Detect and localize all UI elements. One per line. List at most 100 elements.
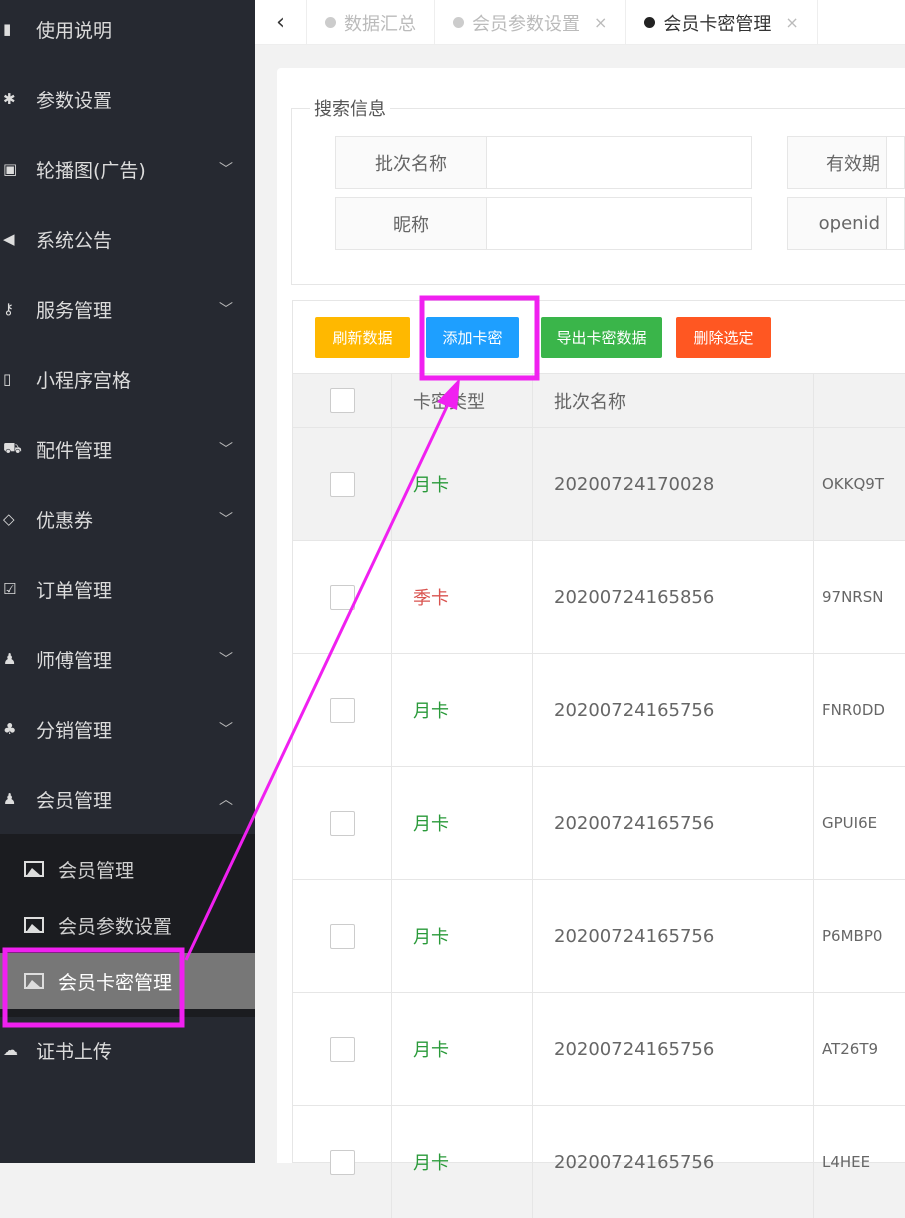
export-button[interactable]: 导出卡密数据	[541, 317, 662, 358]
image-icon: ▣	[3, 160, 18, 178]
card-code: FNR0DD	[822, 701, 885, 719]
sidebar-item-3[interactable]: ◀ 系统公告	[0, 204, 255, 274]
table-row[interactable]: 月卡 20200724165756 GPUI6E	[293, 766, 905, 879]
row-checkbox[interactable]	[329, 584, 355, 610]
sidebar-item-label: 分销管理	[36, 719, 113, 742]
tab-0[interactable]: 数据汇总	[307, 0, 435, 45]
chevron-icon: ﹀	[219, 162, 233, 178]
dot-icon	[453, 17, 464, 28]
key-icon: ⚷	[3, 300, 14, 318]
row-checkbox[interactable]	[329, 923, 355, 949]
card-type: 季卡	[392, 541, 533, 653]
sidebar-item-10[interactable]: ♣ 分销管理 ﹀	[0, 694, 255, 764]
sidebar-item-11[interactable]: ♟ 会员管理 ︿	[0, 764, 255, 834]
check-square-icon: ☑	[3, 580, 17, 598]
row-checkbox[interactable]	[329, 810, 355, 836]
tab-label: 会员参数设置	[472, 13, 580, 35]
user-icon: ♟	[3, 790, 17, 808]
sidebar-subitem-label: 会员卡密管理	[58, 971, 173, 994]
card-type: 月卡	[392, 654, 533, 766]
table-row[interactable]: 月卡 20200724165756 L4HEE	[293, 1105, 905, 1218]
sidebar-subitem-1[interactable]: 会员参数设置	[0, 897, 255, 953]
field-label: 有效期	[787, 136, 887, 189]
close-icon[interactable]: ×	[785, 13, 798, 32]
validity-input[interactable]	[887, 136, 905, 189]
nickname-input[interactable]	[487, 197, 752, 250]
openid-input[interactable]	[887, 197, 905, 250]
sidebar-item-label: 订单管理	[36, 579, 113, 602]
chevron-icon: ︿	[219, 792, 233, 808]
table-row[interactable]: 月卡 20200724165756 P6MBP0	[293, 879, 905, 992]
close-icon[interactable]: ×	[594, 13, 607, 32]
field-openid: openid	[787, 197, 905, 250]
tab-bar: ‹ 数据汇总 会员参数设置 × 会员卡密管理 ×	[255, 0, 905, 45]
card-code: AT26T9	[822, 1040, 879, 1058]
user-plus-icon: ♣	[3, 720, 17, 738]
table-row[interactable]: 月卡 20200724165756 FNR0DD	[293, 653, 905, 766]
sidebar-subitem-2[interactable]: 会员卡密管理	[0, 953, 255, 1009]
header-batch-name: 批次名称	[533, 374, 814, 427]
chevron-icon: ﹀	[219, 442, 233, 458]
dot-icon	[325, 17, 336, 28]
sidebar-item-label: 小程序宫格	[36, 369, 132, 392]
field-validity: 有效期	[787, 136, 905, 189]
sidebar-item-label: 师傅管理	[36, 649, 113, 672]
table-row[interactable]: 月卡 20200724165756 AT26T9	[293, 992, 905, 1105]
volume-icon: ◀	[3, 230, 15, 248]
field-label: 昵称	[335, 197, 487, 250]
sidebar-item-9[interactable]: ♟ 师傅管理 ﹀	[0, 624, 255, 694]
sidebar-item-0[interactable]: ▮ 使用说明	[0, 0, 255, 64]
chevron-icon: ﹀	[219, 652, 233, 668]
delete-selected-button[interactable]: 删除选定	[676, 317, 771, 358]
sidebar-item-cert-upload[interactable]: ☁ 证书上传	[0, 1015, 255, 1085]
card-type: 月卡	[392, 767, 533, 879]
card-type: 月卡	[392, 993, 533, 1105]
card-code: L4HEE	[822, 1153, 871, 1171]
row-checkbox[interactable]	[329, 1149, 355, 1175]
batch-name-input[interactable]	[487, 136, 752, 189]
tab-1[interactable]: 会员参数设置 ×	[435, 0, 627, 45]
image-icon	[24, 917, 44, 933]
sidebar: 会员管理会员参数设置会员卡密管理 ▮ 使用说明 ✱ 参数设置 ▣ 轮播图(广告) ﹀ ◀ 系统公…	[0, 0, 255, 1163]
sidebar-item-label: 证书上传	[36, 1040, 113, 1063]
refresh-button[interactable]: 刷新数据	[315, 317, 410, 358]
table-row[interactable]: 季卡 20200724165856 97NRSN	[293, 540, 905, 653]
card-type: 月卡	[392, 880, 533, 992]
sidebar-item-6[interactable]: ⛟ 配件管理 ﹀	[0, 414, 255, 484]
chevron-icon: ﹀	[219, 512, 233, 528]
sidebar-item-4[interactable]: ⚷ 服务管理 ﹀	[0, 274, 255, 344]
sidebar-item-label: 参数设置	[36, 89, 113, 112]
row-checkbox[interactable]	[329, 1036, 355, 1062]
select-all-checkbox[interactable]	[329, 388, 355, 413]
card-code: 97NRSN	[822, 588, 884, 606]
row-checkbox[interactable]	[329, 697, 355, 723]
tab-2[interactable]: 会员卡密管理 ×	[626, 0, 818, 45]
content-card: 搜索信息 批次名称 有效期 昵称 openid 刷新数据 添加卡密 导出卡密数据…	[277, 68, 905, 1218]
card-table: 刷新数据 添加卡密 导出卡密数据 删除选定 卡密类型 批次名称 月卡 202007…	[292, 300, 905, 1218]
sidebar-subitem-label: 会员管理	[58, 859, 135, 882]
tab-label: 会员卡密管理	[663, 13, 772, 35]
gear-icon: ✱	[3, 90, 16, 108]
tab-back-button[interactable]: ‹	[255, 0, 307, 45]
sidebar-item-label: 系统公告	[36, 229, 113, 252]
search-panel: 搜索信息	[291, 95, 905, 285]
sidebar-item-label: 会员管理	[36, 789, 113, 812]
table-row[interactable]: 月卡 20200724170028 OKKQ9T	[293, 427, 905, 540]
card-code: P6MBP0	[822, 927, 883, 945]
sidebar-item-5[interactable]: ▯ 小程序宫格	[0, 344, 255, 414]
row-checkbox[interactable]	[329, 471, 355, 497]
batch-name: 20200724165856	[533, 541, 814, 653]
sidebar-item-1[interactable]: ✱ 参数设置	[0, 64, 255, 134]
card-type: 月卡	[392, 1106, 533, 1218]
sidebar-item-label: 服务管理	[36, 299, 113, 322]
header-code	[814, 374, 905, 427]
sidebar-item-7[interactable]: ◇ 优惠券 ﹀	[0, 484, 255, 554]
sidebar-item-8[interactable]: ☑ 订单管理	[0, 554, 255, 624]
sidebar-subitem-0[interactable]: 会员管理	[0, 841, 255, 897]
sidebar-item-2[interactable]: ▣ 轮播图(广告) ﹀	[0, 134, 255, 204]
add-card-button[interactable]: 添加卡密	[426, 317, 519, 358]
mobile-icon: ▯	[3, 370, 12, 388]
field-label: openid	[787, 197, 887, 250]
chevron-icon: ﹀	[219, 302, 233, 318]
submenu-member: 会员管理会员参数设置会员卡密管理	[0, 834, 255, 1017]
